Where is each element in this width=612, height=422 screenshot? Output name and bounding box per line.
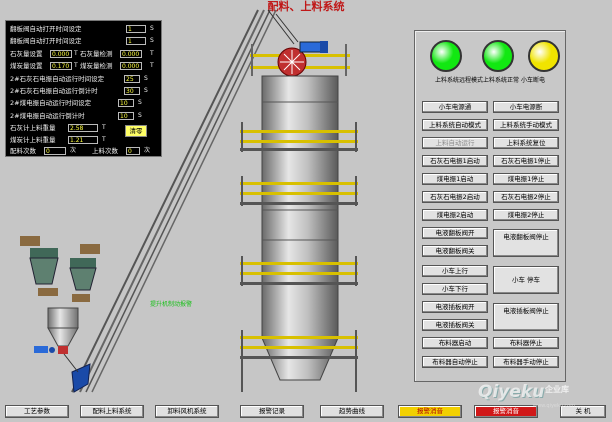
hoist-bucket: [63, 353, 91, 393]
distributor-auto-stop-button[interactable]: 布料器自动停止: [422, 356, 488, 368]
watermark-url: www.qiyeku.com: [533, 403, 576, 409]
lime-vib1-stop-button[interactable]: 石灰石电振1停止: [493, 155, 559, 167]
plug-open-button[interactable]: 电液插板阀开: [422, 301, 488, 313]
trolley-power-lamp: [528, 40, 560, 72]
system-normal-lamp: [482, 40, 514, 72]
coal-vib1-stop-button[interactable]: 煤电振1停止: [493, 173, 559, 185]
trolley-up-button[interactable]: 小车上行: [422, 265, 488, 277]
nav-discharge-fan[interactable]: 卸料风机系统: [155, 405, 219, 418]
coal-vib2-stop-button[interactable]: 煤电振2停止: [493, 209, 559, 221]
hoist-cable: [267, 9, 299, 45]
load-auto-mode-button[interactable]: 上料系统自动模式: [422, 119, 488, 131]
flap-stop-button[interactable]: 电液翻板阀停止: [493, 229, 559, 257]
shaft-kiln: [261, 75, 339, 381]
trolley-power-off-button[interactable]: 小车电源断: [493, 101, 559, 113]
trolley-power-on-button[interactable]: 小车电源通: [422, 101, 488, 113]
lamp-caption: 上料系统远程模式上料系统正常 小车断电: [435, 77, 545, 84]
lime-vib2-stop-button[interactable]: 石灰石电振2停止: [493, 191, 559, 203]
distributor-stop-button[interactable]: 布料器停止: [493, 337, 559, 349]
coal-feeder: [69, 244, 100, 302]
coal-vib2-start-button[interactable]: 煤电振2启动: [422, 209, 488, 221]
nav-batching-loading[interactable]: 配料上料系统: [80, 405, 144, 418]
plug-stop-button[interactable]: 电液插板阀停止: [493, 303, 559, 331]
nav-trend-curve[interactable]: 趋势曲线: [320, 405, 384, 418]
plug-close-button[interactable]: 电液插板阀关: [422, 319, 488, 331]
nav-alarm-silence[interactable]: 报警消音: [398, 405, 462, 418]
nav-process-params[interactable]: 工艺参数: [5, 405, 69, 418]
distributor-manual-stop-button[interactable]: 布料器手动停止: [493, 356, 559, 368]
coal-vib1-start-button[interactable]: 煤电振1启动: [422, 173, 488, 185]
lime-vib1-start-button[interactable]: 石灰石电振1启动: [422, 155, 488, 167]
flap-open-button[interactable]: 电液翻板阀开: [422, 227, 488, 239]
watermark-sub: 企业库: [545, 385, 569, 394]
load-manual-mode-button[interactable]: 上料系统手动模式: [493, 119, 559, 131]
load-reset-button[interactable]: 上料系统复位: [493, 137, 559, 149]
nav-alarm-silence-2[interactable]: 报警消音: [474, 405, 538, 418]
nav-alarm-record[interactable]: 报警记录: [240, 405, 304, 418]
hoist-motor: [299, 41, 328, 53]
load-auto-run-button[interactable]: 上料自动运行: [422, 137, 488, 149]
lime-vib2-start-button[interactable]: 石灰石电振2启动: [422, 191, 488, 203]
feeder-motor: [34, 346, 55, 353]
trolley-stop-button[interactable]: 小车 停车: [493, 266, 559, 294]
scada-screen: 配料、上料系统 翻板阀自动打开时间设定 1 S 翻板阀自动打开时间设定 1 S …: [0, 0, 612, 422]
trolley-down-button[interactable]: 小车下行: [422, 283, 488, 295]
flap-close-button[interactable]: 电液翻板阀关: [422, 245, 488, 257]
lime-feeder: [20, 236, 59, 296]
hoist-brake-alarm-label: 提升机制动报警: [150, 301, 193, 308]
hoist-rail: [71, 9, 277, 393]
distributor-start-button[interactable]: 布料器启动: [422, 337, 488, 349]
remote-mode-lamp: [430, 40, 462, 72]
